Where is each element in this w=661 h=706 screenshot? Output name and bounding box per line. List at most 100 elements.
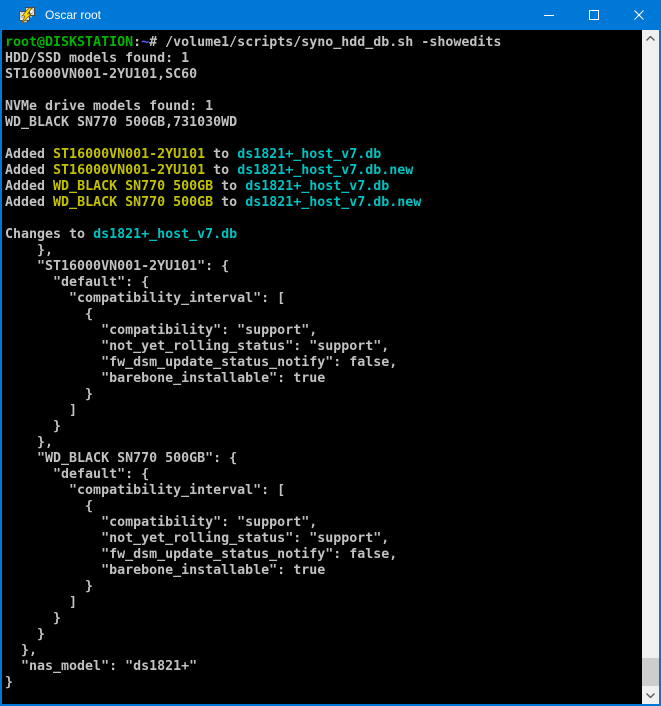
terminal-text-segment: }, [5, 435, 53, 450]
terminal-line: root@DISKSTATION:~# /volume1/scripts/syn… [5, 35, 642, 51]
terminal-text-segment: "default": { [5, 275, 149, 290]
terminal-line: "WD_BLACK SN770 500GB": { [5, 451, 642, 467]
window-title: Oscar root [45, 8, 101, 22]
terminal-line: Changes to ds1821+_host_v7.db [5, 227, 642, 243]
minimize-button[interactable] [526, 0, 571, 30]
terminal-text-segment: "not_yet_rolling_status": "support", [5, 339, 389, 354]
terminal-text-segment: : [133, 35, 141, 50]
window-content: root@DISKSTATION:~# /volume1/scripts/syn… [0, 30, 661, 706]
terminal-text-segment: } [5, 627, 45, 642]
scroll-up-button[interactable] [642, 30, 659, 47]
terminal-line: Added WD_BLACK SN770 500GB to ds1821+_ho… [5, 195, 642, 211]
terminal-line: } [5, 627, 642, 643]
terminal-text-segment: "compatibility_interval": [ [5, 291, 285, 306]
terminal-line: ST16000VN001-2YU101,SC60 [5, 67, 642, 83]
chevron-down-icon [646, 693, 655, 698]
terminal-text-segment: "barebone_installable": true [5, 563, 325, 578]
terminal-text-segment: ds1821+_host_v7.db.new [245, 195, 421, 210]
terminal-text-segment: ds1821+_host_v7.db [237, 147, 381, 162]
scrollbar[interactable] [642, 30, 659, 704]
terminal-line: } [5, 675, 642, 691]
terminal-text-segment: ST16000VN001-2YU101,SC60 [5, 67, 197, 82]
putty-window: Oscar root root@DISKSTATION:~# /volume1/… [0, 0, 661, 706]
terminal-line: "compatibility_interval": [ [5, 291, 642, 307]
terminal-line: ] [5, 403, 642, 419]
maximize-button[interactable] [571, 0, 616, 30]
terminal-line: "default": { [5, 275, 642, 291]
terminal-line: "default": { [5, 467, 642, 483]
terminal-text-segment: Added [5, 163, 53, 178]
terminal-text-segment: "not_yet_rolling_status": "support", [5, 531, 389, 546]
terminal-text-segment: "barebone_installable": true [5, 371, 325, 386]
terminal-text-segment: Added [5, 147, 53, 162]
terminal-text-segment: Changes to [5, 227, 93, 242]
terminal-text-segment: } [5, 419, 61, 434]
terminal-text-segment: } [5, 579, 93, 594]
terminal-line: "nas_model": "ds1821+" [5, 659, 642, 675]
terminal-text-segment: "fw_dsm_update_status_notify": false, [5, 547, 397, 562]
terminal-text-segment: Added [5, 195, 53, 210]
minimize-icon [544, 10, 554, 20]
terminal-line [5, 131, 642, 147]
terminal-line: "compatibility": "support", [5, 323, 642, 339]
terminal-line: }, [5, 435, 642, 451]
terminal-line: HDD/SSD models found: 1 [5, 51, 642, 67]
terminal-line: } [5, 579, 642, 595]
terminal-text-segment: "WD_BLACK SN770 500GB": { [5, 451, 237, 466]
scroll-down-button[interactable] [642, 687, 659, 704]
terminal-line: { [5, 307, 642, 323]
terminal-text-segment: root@DISKSTATION [5, 35, 133, 50]
terminal-text-segment: "default": { [5, 467, 149, 482]
terminal-text-segment: ds1821+_host_v7.db.new [237, 163, 413, 178]
terminal-text-segment: } [5, 675, 13, 690]
terminal-line: "compatibility": "support", [5, 515, 642, 531]
terminal-output[interactable]: root@DISKSTATION:~# /volume1/scripts/syn… [2, 30, 642, 704]
terminal-text-segment: ds1821+_host_v7.db [93, 227, 237, 242]
terminal-line: "fw_dsm_update_status_notify": false, [5, 547, 642, 563]
putty-app-icon [19, 7, 36, 24]
terminal-text-segment: }, [5, 643, 37, 658]
terminal-text-segment: { [5, 307, 93, 322]
terminal-line: "fw_dsm_update_status_notify": false, [5, 355, 642, 371]
terminal-text-segment: ST16000VN001-2YU101 [53, 163, 205, 178]
maximize-icon [589, 10, 599, 20]
terminal-text-segment: ] [5, 595, 77, 610]
putty-icon [19, 7, 36, 24]
terminal-line: "compatibility_interval": [ [5, 483, 642, 499]
terminal-text-segment: } [5, 387, 93, 402]
close-button[interactable] [616, 0, 661, 30]
terminal-text-segment: to [213, 179, 245, 194]
terminal-text-segment: } [5, 611, 61, 626]
terminal-line: }, [5, 643, 642, 659]
chevron-up-icon [646, 36, 655, 41]
terminal-text-segment: Added [5, 179, 53, 194]
terminal-text-segment: "nas_model": "ds1821+" [5, 659, 197, 674]
terminal-line: } [5, 419, 642, 435]
window-controls [526, 0, 661, 30]
terminal-line: { [5, 499, 642, 515]
terminal-line: }, [5, 243, 642, 259]
terminal-line: NVMe drive models found: 1 [5, 99, 642, 115]
terminal-text-segment: ] [5, 403, 77, 418]
terminal-text-segment: "compatibility": "support", [5, 515, 317, 530]
terminal-text-segment: to [213, 195, 245, 210]
terminal-line: "ST16000VN001-2YU101": { [5, 259, 642, 275]
terminal-text-segment: to [205, 163, 237, 178]
terminal-line [5, 83, 642, 99]
terminal-line: "barebone_installable": true [5, 563, 642, 579]
terminal-text-segment: HDD/SSD models found: 1 [5, 51, 189, 66]
terminal-text-segment: # /volume1/scripts/syno_hdd_db.sh -showe… [149, 35, 501, 50]
terminal-line: Added ST16000VN001-2YU101 to ds1821+_hos… [5, 147, 642, 163]
terminal-line: WD_BLACK SN770 500GB,731030WD [5, 115, 642, 131]
terminal-text-segment: { [5, 499, 93, 514]
terminal-line [5, 211, 642, 227]
terminal-line: } [5, 387, 642, 403]
terminal-text-segment: ds1821+_host_v7.db [245, 179, 389, 194]
terminal-text-segment: "compatibility_interval": [ [5, 483, 285, 498]
title-bar[interactable]: Oscar root [0, 0, 661, 30]
scrollbar-track[interactable] [642, 47, 659, 687]
terminal-text-segment: ~ [141, 35, 149, 50]
terminal-line: ] [5, 595, 642, 611]
terminal-text-segment: WD_BLACK SN770 500GB [53, 195, 213, 210]
scrollbar-thumb[interactable] [642, 658, 659, 686]
